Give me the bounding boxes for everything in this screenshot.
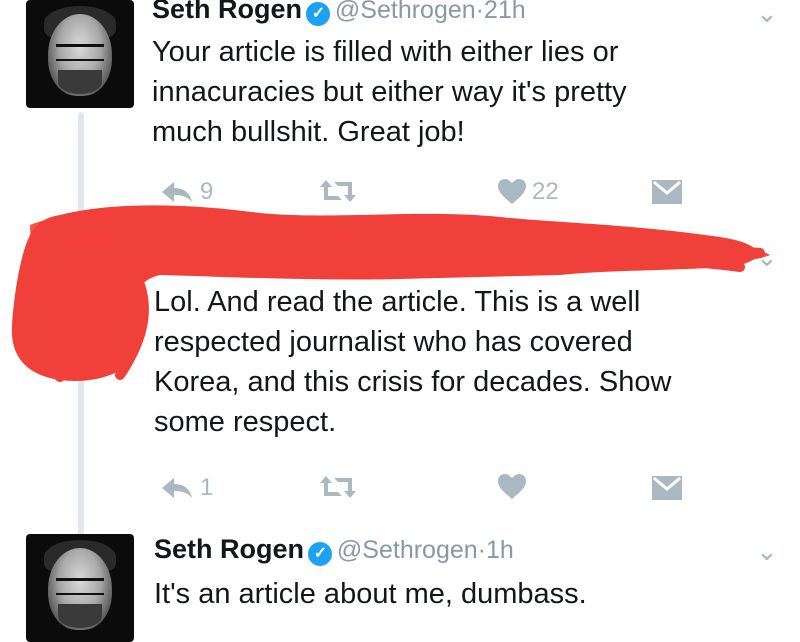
chevron-down-icon[interactable]: ⌄: [756, 536, 778, 567]
avatar[interactable]: [26, 0, 134, 108]
verified-badge-icon: ✓: [308, 541, 333, 566]
user-handle[interactable]: @Sethrogen: [337, 536, 478, 564]
tweet-text: It's an article about me, dumbass.: [154, 574, 774, 614]
tweet-line: Korea, and this crisis for decades. Show: [154, 366, 672, 398]
tweet-line: much bullshit. Great job!: [152, 116, 465, 148]
tweet-text: Lol. And read the article. This is a wel…: [154, 282, 774, 442]
tweet-line: Lol. And read the article. This is a wel…: [154, 286, 641, 318]
heart-icon: [498, 474, 526, 499]
reply-button[interactable]: 1: [160, 474, 213, 502]
tweet-line: Your article is filled with either lies …: [152, 36, 619, 68]
reply-icon: [162, 478, 192, 498]
retweet-icon: [320, 476, 356, 498]
display-name[interactable]: Seth Rogen: [154, 534, 304, 564]
verified-badge-icon: ✓: [306, 1, 331, 26]
tweet-line: respected journalist who has covered: [154, 326, 633, 358]
timestamp[interactable]: 21h: [484, 0, 526, 24]
retweet-button[interactable]: [318, 474, 358, 500]
chevron-down-icon[interactable]: ⌄: [756, 0, 778, 29]
envelope-icon: [652, 476, 682, 500]
reply-count: 1: [200, 474, 214, 501]
timestamp[interactable]: 1h: [486, 536, 514, 564]
tweet-text: Your article is filled with either lies …: [152, 32, 772, 152]
display-name[interactable]: Seth Rogen: [152, 0, 302, 24]
user-handle[interactable]: @Sethrogen: [335, 0, 476, 24]
tweet-line: some respect.: [154, 406, 337, 438]
avatar[interactable]: [26, 534, 134, 642]
chevron-down-icon[interactable]: ⌄: [756, 242, 778, 273]
separator: ·: [477, 536, 486, 564]
tweet-line: It's an article about me, dumbass.: [154, 578, 587, 610]
like-button[interactable]: [498, 474, 526, 500]
tweet-line: innacuracies but either way it's pretty: [152, 76, 627, 108]
dm-button[interactable]: [652, 476, 682, 500]
separator: ·: [475, 0, 484, 24]
